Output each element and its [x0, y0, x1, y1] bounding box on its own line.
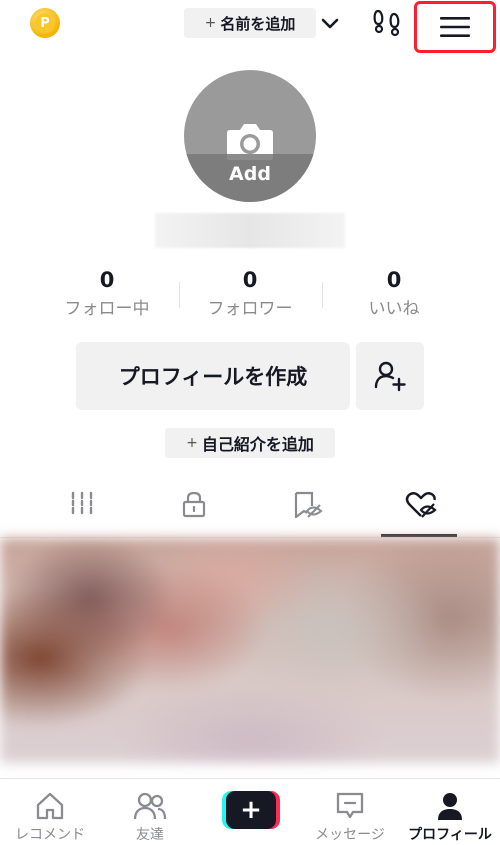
add-bio-button[interactable]: + 自己紹介を追加 — [165, 428, 335, 458]
coin-letter: P — [35, 13, 55, 33]
inbox-icon — [336, 792, 364, 819]
create-profile-button[interactable]: プロフィールを作成 — [76, 342, 350, 410]
likes-stat[interactable]: 0 いいね — [329, 268, 459, 319]
grid-icon — [71, 491, 92, 515]
followers-count: 0 — [242, 268, 258, 292]
nav-friends[interactable]: 友達 — [100, 789, 200, 844]
liked-videos-grid-blurred[interactable] — [0, 538, 500, 763]
add-person-icon — [374, 361, 406, 392]
create-post-button[interactable]: + — [222, 791, 280, 829]
avatar-upload[interactable]: Add — [184, 70, 316, 202]
add-bio-plus: + — [186, 435, 198, 451]
active-tab-indicator — [381, 534, 457, 537]
nav-friends-label: 友達 — [136, 827, 164, 843]
tab-liked[interactable] — [358, 490, 483, 536]
add-bio-label: 自己紹介を追加 — [201, 435, 314, 454]
following-label: フォロー中 — [64, 299, 150, 319]
likes-count: 0 — [386, 268, 402, 292]
followers-stat[interactable]: 0 フォロワー — [185, 268, 315, 319]
heart-hidden-icon — [405, 492, 437, 518]
home-icon — [36, 792, 64, 820]
menu-button[interactable] — [414, 1, 496, 53]
plus-icon: + — [226, 791, 276, 829]
lock-icon — [182, 491, 205, 518]
bottom-navigation: レコメンド 友達 + メッセージ プロフィール — [0, 778, 500, 845]
avatar-add-label: Add — [184, 154, 316, 202]
nav-home[interactable]: レコメンド — [0, 789, 100, 844]
tab-videos[interactable] — [19, 490, 144, 536]
nav-inbox[interactable]: メッセージ — [300, 789, 400, 844]
friends-icon — [133, 792, 167, 820]
tab-saved[interactable] — [245, 490, 370, 536]
add-name-label: 名前を追加 — [220, 14, 296, 33]
add-friend-button[interactable] — [356, 342, 424, 410]
nav-profile-label: プロフィール — [408, 827, 492, 843]
footprints-icon[interactable] — [372, 6, 404, 38]
nav-home-label: レコメンド — [15, 827, 85, 843]
stat-divider — [179, 282, 180, 308]
hamburger-menu-icon — [440, 17, 470, 37]
likes-label: いいね — [368, 299, 420, 319]
chevron-down-icon[interactable] — [320, 14, 340, 34]
add-name-button[interactable]: + 名前を追加 — [184, 8, 316, 38]
add-name-plus: + — [204, 15, 217, 31]
nav-profile[interactable]: プロフィール — [400, 789, 500, 844]
following-count: 0 — [99, 268, 115, 292]
username-blurred — [155, 213, 345, 248]
coin-icon[interactable]: P — [30, 8, 60, 38]
stat-divider — [322, 282, 323, 308]
profile-icon — [438, 793, 462, 820]
bookmark-hidden-icon — [294, 491, 323, 519]
nav-inbox-label: メッセージ — [315, 827, 385, 843]
followers-label: フォロワー — [207, 299, 293, 319]
tab-private[interactable] — [131, 490, 256, 536]
following-stat[interactable]: 0 フォロー中 — [42, 268, 172, 319]
